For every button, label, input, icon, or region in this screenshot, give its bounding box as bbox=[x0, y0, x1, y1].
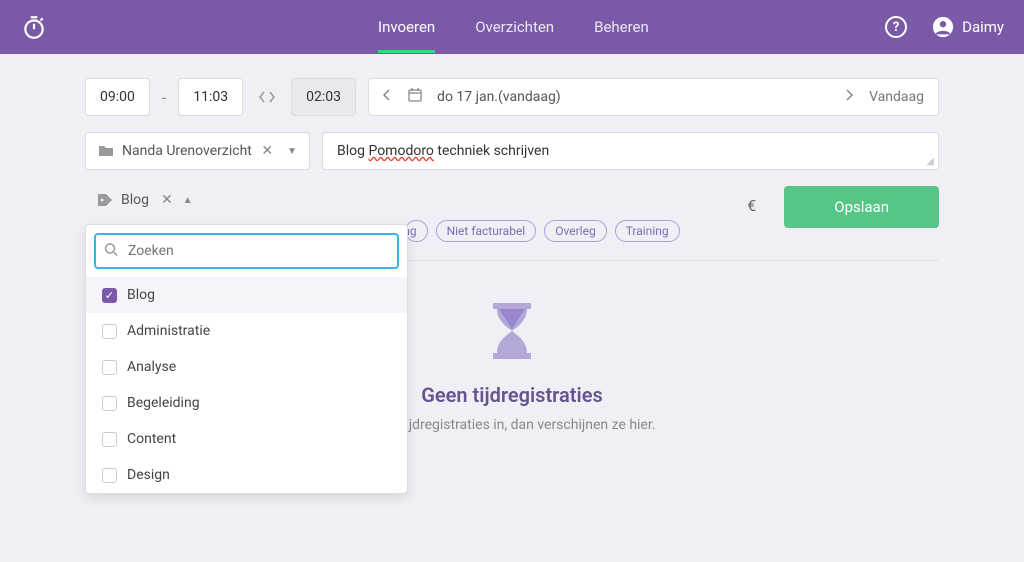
nav-tab-invoeren[interactable]: Invoeren bbox=[378, 1, 435, 53]
tag-select[interactable]: Blog ✕ ▲ bbox=[85, 186, 205, 214]
checkbox-icon[interactable] bbox=[102, 360, 117, 375]
tag-clear-icon[interactable]: ✕ bbox=[161, 192, 173, 208]
save-button[interactable]: Opslaan bbox=[784, 186, 939, 228]
user-name: Daimy bbox=[962, 18, 1004, 36]
tag-dropdown: ✓ Blog Administratie Analyse Begeleiding Cont… bbox=[85, 224, 408, 494]
checkbox-icon[interactable] bbox=[102, 468, 117, 483]
date-prev-button[interactable] bbox=[383, 89, 393, 105]
desc-underlined: Pomodoro bbox=[368, 143, 433, 159]
date-selector: do 17 jan.(vandaag) Vandaag bbox=[368, 78, 939, 116]
project-clear-icon[interactable]: ✕ bbox=[261, 143, 273, 159]
nav-tab-overzichten[interactable]: Overzichten bbox=[475, 1, 554, 53]
dropdown-option[interactable]: ✓ Blog bbox=[86, 277, 407, 313]
billable-toggle[interactable]: € bbox=[731, 186, 772, 225]
time-end-input[interactable]: 11:03 bbox=[178, 78, 243, 116]
dropdown-option-label: Content bbox=[127, 431, 176, 447]
folder-icon bbox=[98, 144, 114, 158]
dropdown-option[interactable]: Administratie bbox=[86, 313, 407, 349]
description-input[interactable]: Blog Pomodoro techniek schrijven ◢ bbox=[322, 132, 939, 170]
checkbox-icon[interactable] bbox=[102, 432, 117, 447]
dropdown-option-label: Administratie bbox=[127, 323, 210, 339]
checkbox-checked-icon[interactable]: ✓ bbox=[102, 288, 117, 303]
checkbox-icon[interactable] bbox=[102, 324, 117, 339]
project-name: Nanda Urenoverzicht bbox=[122, 143, 252, 159]
date-next-button[interactable] bbox=[845, 89, 855, 105]
tag-label: Blog bbox=[121, 192, 149, 208]
search-icon bbox=[104, 242, 118, 261]
time-separator: - bbox=[162, 88, 166, 107]
dropdown-option-label: Begeleiding bbox=[127, 395, 200, 411]
tag-search-input[interactable] bbox=[94, 233, 399, 269]
app-logo-icon bbox=[20, 13, 48, 41]
dropdown-option[interactable]: Content bbox=[86, 421, 407, 457]
today-button[interactable]: Vandaag bbox=[869, 89, 924, 105]
tag-icon bbox=[97, 193, 113, 207]
main-nav: Invoeren Overzichten Beheren bbox=[378, 1, 649, 53]
app-header: Invoeren Overzichten Beheren ? Daimy bbox=[0, 0, 1024, 54]
chevron-down-icon: ▼ bbox=[287, 146, 297, 157]
checkbox-icon[interactable] bbox=[102, 396, 117, 411]
calendar-icon[interactable] bbox=[407, 87, 423, 107]
dropdown-option[interactable]: Design bbox=[86, 457, 407, 493]
project-select[interactable]: Nanda Urenoverzicht ✕ ▼ bbox=[85, 132, 310, 170]
user-menu[interactable]: Daimy bbox=[932, 16, 1004, 38]
dropdown-option-label: Blog bbox=[127, 287, 155, 303]
swap-icon[interactable] bbox=[259, 90, 275, 104]
dropdown-option-label: Analyse bbox=[127, 359, 176, 375]
hourglass-icon bbox=[487, 301, 537, 361]
desc-suffix: techniek schrijven bbox=[434, 143, 549, 159]
desc-prefix: Blog bbox=[337, 143, 368, 159]
date-text[interactable]: do 17 jan.(vandaag) bbox=[437, 89, 831, 105]
dropdown-option[interactable]: Analyse bbox=[86, 349, 407, 385]
help-icon[interactable]: ? bbox=[885, 16, 907, 38]
chevron-up-icon: ▲ bbox=[183, 195, 193, 206]
duration-display[interactable]: 02:03 bbox=[291, 78, 356, 116]
time-start-input[interactable]: 09:00 bbox=[85, 78, 150, 116]
user-icon bbox=[932, 16, 954, 38]
dropdown-option[interactable]: Begeleiding bbox=[86, 385, 407, 421]
nav-tab-beheren[interactable]: Beheren bbox=[594, 1, 649, 53]
dropdown-option-label: Design bbox=[127, 467, 170, 483]
resize-handle-icon[interactable]: ◢ bbox=[926, 156, 934, 167]
